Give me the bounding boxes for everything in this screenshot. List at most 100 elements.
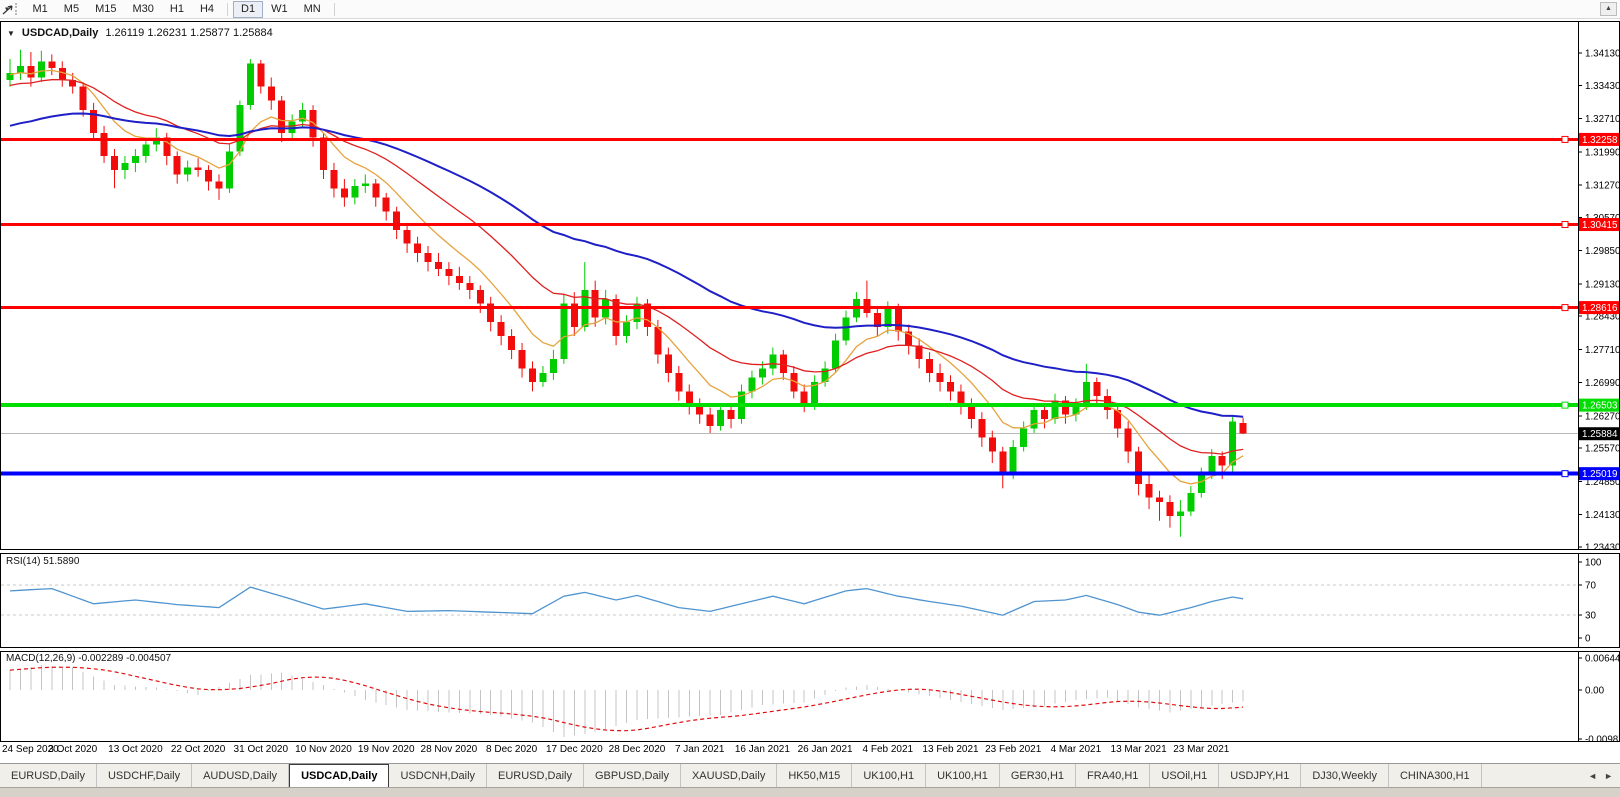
price-tick-label: 1.24130 <box>1585 510 1620 521</box>
timeframe-button-m1[interactable]: M1 <box>25 1 56 18</box>
line-drag-handle[interactable] <box>1562 402 1568 408</box>
chart-tab-usdjpy-14[interactable]: USDJPY,H1 <box>1219 764 1301 787</box>
candle-body <box>1093 382 1100 396</box>
chart-tab-usdcad-3[interactable]: USDCAD,Daily <box>289 764 389 787</box>
candle-body <box>675 373 682 391</box>
timeframe-button-m30[interactable]: M30 <box>124 1 161 18</box>
candle-body <box>560 304 567 359</box>
candle-body <box>80 87 87 110</box>
time-axis: 24 Sep 20203 Oct 202013 Oct 202022 Oct 2… <box>0 744 1620 761</box>
price-tick-label: 1.31990 <box>1585 147 1620 158</box>
price-tick-label: 1.29850 <box>1585 246 1620 257</box>
date-label: 3 Oct 2020 <box>48 744 97 755</box>
candle-body <box>466 283 473 290</box>
candle-body <box>226 151 233 188</box>
price-tick-label: 1.26990 <box>1585 378 1620 389</box>
axis-price-flag-label: 1.32258 <box>1582 135 1618 146</box>
chart-tab-xauusd-7[interactable]: XAUUSD,Daily <box>681 764 777 787</box>
date-label: 10 Nov 2020 <box>295 744 352 755</box>
chart-tab-china300-16[interactable]: CHINA300,H1 <box>1389 764 1482 787</box>
chart-tab-uk100-9[interactable]: UK100,H1 <box>852 764 926 787</box>
timeframe-button-h1[interactable]: H1 <box>162 1 192 18</box>
toolbar-separator <box>334 3 335 16</box>
candle-body <box>748 378 755 392</box>
candle-body <box>195 168 202 170</box>
candle-body <box>728 410 735 419</box>
candle-body <box>121 163 128 170</box>
chart-tab-eurusd-0[interactable]: EURUSD,Daily <box>0 764 97 787</box>
axis-price-flag-label: 1.25019 <box>1582 469 1617 480</box>
macd-tick-label: 0.006444 <box>1585 653 1620 664</box>
date-label: 17 Dec 2020 <box>546 744 603 755</box>
candle-body <box>1010 447 1017 475</box>
date-label: 4 Mar 2021 <box>1051 744 1102 755</box>
rsi-tick-label: 30 <box>1585 611 1596 622</box>
candle-body <box>613 299 620 336</box>
rsi-tick-label: 0 <box>1585 634 1591 645</box>
line-drag-handle[interactable] <box>1562 305 1568 311</box>
candle-body <box>404 230 411 244</box>
candle-body <box>205 170 212 182</box>
candle-body <box>978 419 985 437</box>
chart-tab-usdchf-1[interactable]: USDCHF,Daily <box>97 764 192 787</box>
chart-tab-audusd-2[interactable]: AUDUSD,Daily <box>192 764 289 787</box>
toolbar-grip[interactable] <box>15 3 19 15</box>
candle-body <box>414 244 421 253</box>
timeframe-button-m15[interactable]: M15 <box>87 1 124 18</box>
symbol-dropdown-icon[interactable]: ▼ <box>7 29 15 38</box>
candle-body <box>383 198 390 212</box>
candle-body <box>989 438 996 452</box>
main-chart-panel[interactable]: 1.341301.334301.327101.319901.312701.305… <box>0 21 1620 550</box>
chart-tab-gbpusd-6[interactable]: GBPUSD,Daily <box>584 764 681 787</box>
chart-tab-hk50-8[interactable]: HK50,M15 <box>777 764 852 787</box>
candle-body <box>425 253 432 262</box>
chart-tab-usdcnh-4[interactable]: USDCNH,Daily <box>389 764 487 787</box>
chart-tab-eurusd-5[interactable]: EURUSD,Daily <box>487 764 584 787</box>
line-drag-handle[interactable] <box>1562 136 1568 142</box>
tab-scroll-right-icon[interactable]: ► <box>1604 771 1613 781</box>
candle-body <box>132 156 139 163</box>
candle-body <box>27 66 34 78</box>
chart-tab-ger30-11[interactable]: GER30,H1 <box>1000 764 1076 787</box>
rsi-label: RSI(14) 51.5890 <box>6 556 79 567</box>
candle-body <box>832 341 839 369</box>
rsi-panel[interactable]: 10070300 <box>0 553 1620 648</box>
chart-symbol-period: USDCAD,Daily <box>22 27 98 39</box>
candle-body <box>310 110 317 138</box>
price-tick-label: 1.27710 <box>1585 345 1620 356</box>
candle-body <box>937 373 944 382</box>
candle-body <box>1020 428 1027 446</box>
candle-body <box>1177 511 1184 516</box>
trading-platform-window: { "toolbar": { "dropdown_glyph": "▾", "t… <box>0 0 1620 796</box>
candle-body <box>477 290 484 304</box>
line-drag-handle[interactable] <box>1562 222 1568 228</box>
macd-panel[interactable]: 0.0064440.00-0.00987 <box>0 651 1620 742</box>
chart-title: ▼ USDCAD,Daily 1.26119 1.26231 1.25877 1… <box>7 27 273 39</box>
candle-body <box>17 66 24 73</box>
timeframe-button-mn[interactable]: MN <box>296 1 329 18</box>
line-drag-handle[interactable] <box>1562 471 1568 477</box>
chart-tab-fra40-12[interactable]: FRA40,H1 <box>1076 764 1150 787</box>
candle-body <box>968 405 975 419</box>
timeframe-button-d1[interactable]: D1 <box>233 1 263 18</box>
date-label: 8 Dec 2020 <box>486 744 537 755</box>
candle-body <box>330 170 337 188</box>
candle-body <box>759 368 766 377</box>
rsi-panel-border <box>1 554 1620 648</box>
chart-tab-dj30-15[interactable]: DJ30,Weekly <box>1301 764 1389 787</box>
candle-body <box>999 451 1006 474</box>
timeframe-button-w1[interactable]: W1 <box>263 1 296 18</box>
chart-tabs-bar: EURUSD,DailyUSDCHF,DailyAUDUSD,DailyUSDC… <box>0 763 1620 787</box>
tab-scroll-left-icon[interactable]: ◄ <box>1588 771 1597 781</box>
candle-body <box>393 211 400 229</box>
candle-body <box>1219 456 1226 465</box>
candle-body <box>665 354 672 372</box>
chart-tab-uk100-10[interactable]: UK100,H1 <box>926 764 1000 787</box>
toolbar-collapse-button[interactable]: ▲ <box>1600 2 1617 16</box>
candle-body <box>48 61 55 68</box>
candle-body <box>863 299 870 313</box>
timeframe-button-m5[interactable]: M5 <box>56 1 87 18</box>
chart-tab-usoil-13[interactable]: USOil,H1 <box>1150 764 1219 787</box>
date-label: 31 Oct 2020 <box>234 744 288 755</box>
timeframe-button-h4[interactable]: H4 <box>192 1 222 18</box>
